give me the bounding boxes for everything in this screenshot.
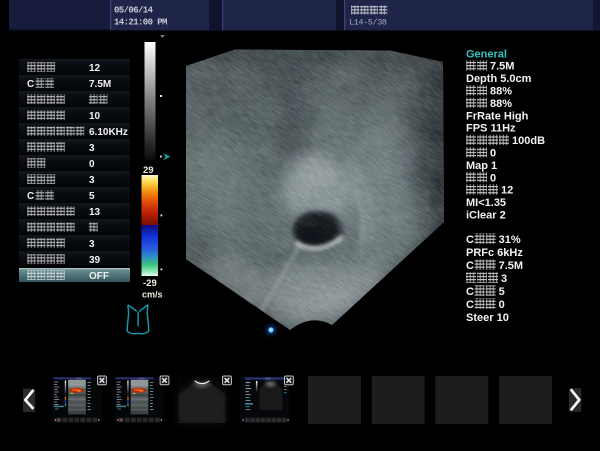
svg-text:C: C — [466, 234, 474, 246]
svg-text:88%: 88% — [490, 86, 512, 98]
svg-text:0: 0 — [499, 299, 505, 311]
svg-text:7.5M: 7.5M — [89, 79, 111, 90]
svg-text:3: 3 — [89, 239, 95, 250]
svg-text:FrRate High: FrRate High — [466, 110, 529, 122]
svg-text:7.5M: 7.5M — [490, 61, 514, 73]
svg-text:29: 29 — [143, 165, 154, 176]
svg-text:7.5M: 7.5M — [499, 260, 523, 272]
svg-text:0: 0 — [490, 172, 496, 184]
svg-text:Map 1: Map 1 — [466, 160, 497, 172]
svg-text:3: 3 — [89, 175, 95, 186]
svg-text:12: 12 — [501, 185, 513, 197]
svg-text:PRFc 6kHz: PRFc 6kHz — [466, 247, 523, 259]
svg-text:0: 0 — [490, 148, 496, 160]
svg-text:14:21:00 PM: 14:21:00 PM — [114, 18, 167, 28]
svg-text:10: 10 — [89, 111, 101, 122]
svg-text:5: 5 — [499, 286, 505, 298]
svg-text:100dB: 100dB — [512, 135, 545, 147]
svg-text:13: 13 — [89, 207, 101, 218]
svg-text:-29: -29 — [143, 278, 157, 289]
svg-text:6.10KHz: 6.10KHz — [89, 127, 128, 138]
svg-text:3: 3 — [89, 143, 95, 154]
svg-text:C: C — [27, 79, 34, 90]
svg-text:3: 3 — [501, 273, 507, 285]
svg-text:05/06/14: 05/06/14 — [114, 6, 154, 16]
svg-text:FPS 11Hz: FPS 11Hz — [466, 123, 516, 135]
svg-text:C: C — [466, 299, 474, 311]
svg-text:iClear 2: iClear 2 — [466, 210, 506, 222]
svg-text:0: 0 — [89, 159, 95, 170]
svg-text:12: 12 — [89, 63, 101, 74]
svg-text:General: General — [466, 48, 507, 60]
svg-text:OFF: OFF — [89, 271, 109, 282]
svg-text:88%: 88% — [490, 98, 512, 110]
svg-text:Depth 5.0cm: Depth 5.0cm — [466, 73, 532, 85]
svg-text:Steer 10: Steer 10 — [466, 312, 509, 324]
svg-text:MI<1.35: MI<1.35 — [466, 197, 506, 209]
svg-text:39: 39 — [89, 255, 101, 266]
svg-text:cm/s: cm/s — [142, 290, 163, 300]
svg-text:31%: 31% — [499, 234, 521, 246]
svg-text:C: C — [466, 260, 474, 272]
svg-text:C: C — [27, 191, 34, 202]
svg-text:C: C — [466, 286, 474, 298]
svg-text:5: 5 — [89, 191, 95, 202]
svg-text:L14-5/38: L14-5/38 — [349, 18, 387, 28]
